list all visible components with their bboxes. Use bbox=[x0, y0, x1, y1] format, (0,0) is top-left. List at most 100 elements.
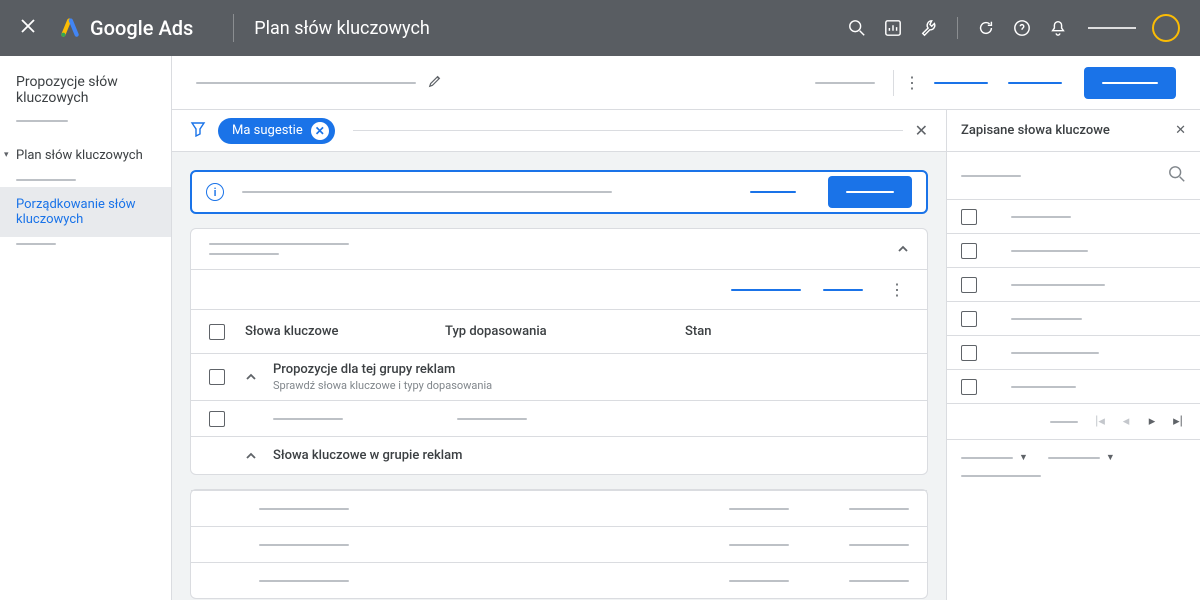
notifications-icon[interactable] bbox=[1040, 10, 1076, 46]
group-subtitle: Sprawdź słowa kluczowe i typy dopasowani… bbox=[273, 379, 492, 392]
divider bbox=[957, 17, 958, 39]
product-logo: Google Ads bbox=[60, 16, 193, 40]
divider bbox=[233, 14, 234, 42]
filterbar-close-icon[interactable]: ✕ bbox=[915, 121, 928, 140]
collapse-icon[interactable] bbox=[245, 450, 257, 462]
search-icon[interactable] bbox=[839, 10, 875, 46]
topbar-link[interactable] bbox=[1008, 82, 1062, 84]
footer-dropdown[interactable]: ▼ bbox=[961, 452, 1028, 463]
panel-footer: ▼ ▼ bbox=[947, 440, 1200, 489]
filter-input-area[interactable] bbox=[353, 130, 903, 131]
pager-first-icon[interactable]: |◂ bbox=[1088, 410, 1112, 434]
card-subtitle-placeholder bbox=[209, 253, 279, 255]
card-link[interactable] bbox=[823, 289, 863, 291]
cell-placeholder bbox=[259, 544, 349, 546]
adgroup-card: ⋮ Słowa kluczowe Typ dopasowania Stan bbox=[190, 228, 928, 475]
sidebar-sub-placeholder[interactable] bbox=[16, 179, 76, 181]
group-in-adgroup-row[interactable]: Słowa kluczowe w grupie reklam bbox=[191, 436, 927, 474]
sidebar-placeholder[interactable] bbox=[16, 120, 68, 122]
item-checkbox[interactable] bbox=[961, 243, 977, 259]
collapse-icon[interactable] bbox=[245, 371, 257, 383]
pager-info bbox=[1050, 421, 1078, 423]
header-toolbar bbox=[839, 10, 1180, 46]
row-checkbox[interactable] bbox=[209, 411, 225, 427]
avatar[interactable] bbox=[1152, 14, 1180, 42]
product-name: Google Ads bbox=[90, 16, 193, 40]
panel-pager: |◂ ◂ ▸ ▸| bbox=[947, 404, 1200, 440]
pager-last-icon[interactable]: ▸| bbox=[1166, 410, 1190, 434]
sidebar-item-organize[interactable]: Porządkowanie słów kluczowych bbox=[0, 187, 171, 237]
saved-keyword-item[interactable] bbox=[947, 200, 1200, 234]
help-icon[interactable] bbox=[1004, 10, 1040, 46]
saved-keyword-item[interactable] bbox=[947, 268, 1200, 302]
cell-placeholder bbox=[273, 418, 343, 420]
item-placeholder bbox=[1011, 318, 1082, 320]
plan-name-placeholder[interactable] bbox=[196, 82, 416, 84]
pager-prev-icon[interactable]: ◂ bbox=[1114, 410, 1138, 434]
item-checkbox[interactable] bbox=[961, 379, 977, 395]
cell-placeholder bbox=[729, 580, 789, 582]
info-action-button[interactable] bbox=[828, 176, 912, 208]
app-header: Google Ads Plan słów kluczowych bbox=[0, 0, 1200, 56]
account-placeholder[interactable] bbox=[1088, 27, 1136, 29]
filter-chip-suggestions[interactable]: Ma sugestie ✕ bbox=[218, 118, 335, 144]
cell-placeholder bbox=[849, 580, 909, 582]
col-state[interactable]: Stan bbox=[685, 324, 909, 339]
panel-close-icon[interactable]: ✕ bbox=[1175, 123, 1186, 138]
info-banner: i bbox=[190, 170, 928, 214]
pager-next-icon[interactable]: ▸ bbox=[1140, 410, 1164, 434]
row-checkbox[interactable] bbox=[209, 369, 225, 385]
edit-icon[interactable] bbox=[428, 74, 442, 92]
table-header: Słowa kluczowe Typ dopasowania Stan bbox=[191, 309, 927, 353]
saved-keyword-item[interactable] bbox=[947, 234, 1200, 268]
cell-placeholder bbox=[729, 544, 789, 546]
search-icon[interactable] bbox=[1168, 165, 1186, 187]
item-checkbox[interactable] bbox=[961, 311, 977, 327]
item-checkbox[interactable] bbox=[961, 277, 977, 293]
collapse-icon[interactable] bbox=[897, 243, 909, 255]
card-link[interactable] bbox=[731, 289, 801, 291]
item-checkbox[interactable] bbox=[961, 345, 977, 361]
panel-search-row bbox=[947, 152, 1200, 200]
card-more-icon[interactable]: ⋮ bbox=[885, 280, 909, 299]
card-title-placeholder bbox=[209, 243, 349, 245]
cell-placeholder bbox=[259, 580, 349, 582]
saved-keyword-item[interactable] bbox=[947, 370, 1200, 404]
tools-icon[interactable] bbox=[911, 10, 947, 46]
info-text-placeholder bbox=[242, 191, 612, 193]
item-checkbox[interactable] bbox=[961, 209, 977, 225]
group-title: Propozycje dla tej grupy reklam bbox=[273, 362, 492, 377]
primary-action-button[interactable] bbox=[1084, 67, 1176, 99]
group-suggestions-row[interactable]: Propozycje dla tej grupy reklam Sprawdź … bbox=[191, 353, 927, 400]
page-title: Plan słów kluczowych bbox=[254, 18, 430, 39]
cell-placeholder bbox=[849, 544, 909, 546]
footer-placeholder bbox=[961, 475, 1041, 477]
col-keywords[interactable]: Słowa kluczowe bbox=[245, 324, 445, 339]
saved-keyword-item[interactable] bbox=[947, 336, 1200, 370]
sidebar-item-plan[interactable]: Plan słów kluczowych bbox=[0, 138, 171, 173]
info-link[interactable] bbox=[750, 191, 796, 193]
cell-placeholder bbox=[849, 508, 909, 510]
sidebar-sub-placeholder[interactable] bbox=[16, 243, 56, 245]
divider bbox=[893, 70, 894, 96]
cell-placeholder bbox=[729, 508, 789, 510]
more-menu-icon[interactable]: ⋮ bbox=[900, 73, 924, 92]
item-placeholder bbox=[1011, 284, 1105, 286]
filter-icon[interactable] bbox=[190, 121, 206, 141]
close-icon[interactable] bbox=[20, 18, 36, 38]
filter-bar: Ma sugestie ✕ ✕ bbox=[172, 110, 946, 152]
topbar-placeholder bbox=[815, 82, 875, 84]
keyword-row[interactable] bbox=[191, 400, 927, 436]
sidebar-section-title[interactable]: Propozycje słów kluczowych bbox=[0, 74, 171, 120]
refresh-icon[interactable] bbox=[968, 10, 1004, 46]
item-placeholder bbox=[1011, 386, 1076, 388]
cell-placeholder bbox=[457, 418, 527, 420]
select-all-checkbox[interactable] bbox=[209, 324, 225, 340]
topbar-link[interactable] bbox=[934, 82, 988, 84]
adgroup-card bbox=[190, 489, 928, 599]
saved-keyword-item[interactable] bbox=[947, 302, 1200, 336]
footer-dropdown[interactable]: ▼ bbox=[1048, 452, 1115, 463]
reports-icon[interactable] bbox=[875, 10, 911, 46]
chip-remove-icon[interactable]: ✕ bbox=[311, 122, 329, 140]
col-match-type[interactable]: Typ dopasowania bbox=[445, 324, 685, 339]
